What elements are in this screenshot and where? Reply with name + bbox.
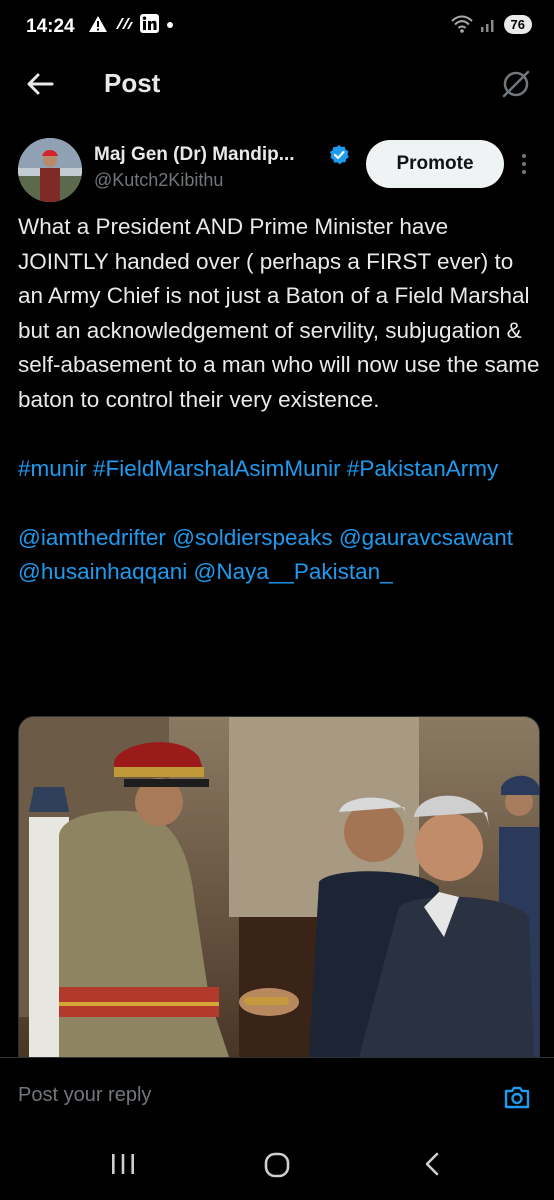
recent-apps-icon[interactable] [110, 1151, 136, 1177]
hashtag-link[interactable]: #PakistanArmy [347, 456, 498, 481]
hashtag-link[interactable]: #FieldMarshalAsimMunir [93, 456, 341, 481]
system-nav-bar [0, 1135, 554, 1200]
grok-icon[interactable] [500, 68, 532, 100]
status-bar: 14:24 76 [0, 0, 554, 56]
system-back-icon[interactable] [420, 1151, 444, 1177]
notification-icons [88, 14, 175, 33]
home-icon[interactable] [263, 1151, 291, 1179]
page-title: Post [104, 68, 161, 98]
hashtag-link[interactable]: #munir [18, 456, 87, 481]
status-time: 14:24 [26, 16, 75, 37]
linkedin-icon [140, 14, 159, 33]
post-text: What a President AND Prime Minister have… [18, 210, 540, 590]
signal-icon [480, 20, 494, 32]
avatar[interactable] [18, 138, 82, 202]
mention-link[interactable]: @gauravcsawant [339, 525, 513, 550]
reply-bar: Post your reply [0, 1057, 554, 1136]
warning-icon [89, 15, 107, 32]
wifi-icon [450, 15, 473, 33]
author-handle[interactable]: @Kutch2Kibithu [94, 170, 223, 191]
mention-link[interactable]: @husainhaqqani [18, 559, 187, 584]
camera-icon[interactable] [502, 1082, 532, 1112]
post-body: What a President AND Prime Minister have… [18, 214, 540, 412]
more-options-icon[interactable] [518, 152, 530, 176]
reply-input[interactable]: Post your reply [18, 1084, 151, 1107]
promote-button[interactable]: Promote [366, 140, 504, 188]
battery-indicator: 76 [503, 14, 532, 34]
mention-link[interactable]: @Naya__Pakistan_ [194, 559, 393, 584]
dot-icon [167, 21, 173, 28]
mention-link[interactable]: @iamthedrifter [18, 525, 166, 550]
app-notification-icon [116, 17, 133, 29]
hashtags: #munir #FieldMarshalAsimMunir #PakistanA… [18, 452, 540, 487]
verified-badge-icon [329, 145, 349, 165]
status-right: 76 [450, 14, 532, 34]
post-image[interactable] [18, 716, 540, 1058]
app-bar: Post [0, 56, 554, 112]
back-arrow-icon[interactable] [24, 68, 56, 100]
author-name[interactable]: Maj Gen (Dr) Mandip... [94, 144, 295, 166]
mentions: @iamthedrifter @soldierspeaks @gauravcsa… [18, 521, 540, 590]
mention-link[interactable]: @soldierspeaks [172, 525, 332, 550]
